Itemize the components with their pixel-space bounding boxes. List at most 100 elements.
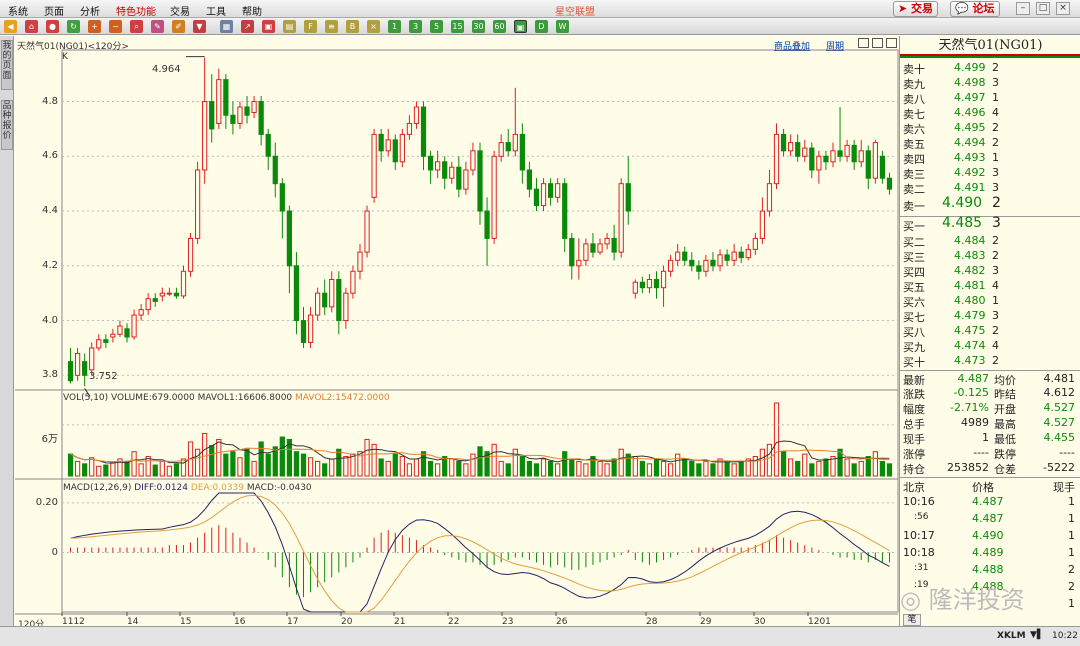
volume-bar <box>110 462 116 477</box>
candle <box>89 347 95 371</box>
candle <box>773 133 780 185</box>
candle <box>505 142 511 152</box>
volume-bar <box>470 453 476 477</box>
candle <box>886 177 893 190</box>
orderbook-row[interactable]: 卖七 4.496 4 <box>900 105 1080 121</box>
volume-bar <box>682 458 688 477</box>
stat-value: 4.481 <box>1043 372 1076 385</box>
trade-row: 10:16 4.487 1 <box>900 494 1080 511</box>
candle <box>223 79 229 116</box>
candle <box>82 361 88 376</box>
candle <box>724 254 730 261</box>
orderbook-row[interactable]: 卖四 4.493 1 <box>900 150 1080 166</box>
volume-bar <box>738 460 744 477</box>
orderbook-price: 4.495 <box>954 121 986 134</box>
candle <box>392 139 398 163</box>
volume-bar <box>237 457 243 477</box>
candle <box>173 292 180 297</box>
orderbook-price: 4.493 <box>954 151 986 164</box>
orderbook-row[interactable]: 买八 4.475 2 <box>900 323 1080 339</box>
volume-bar <box>780 451 787 477</box>
orderbook-price: 4.499 <box>954 61 986 74</box>
candle <box>597 243 603 253</box>
volume-bar <box>74 460 81 477</box>
volume-bar <box>795 460 801 477</box>
volume-bar <box>315 460 321 477</box>
stat-value: -5222 <box>1043 461 1075 474</box>
orderbook-qty: 2 <box>992 324 999 337</box>
volume-bar <box>82 463 88 477</box>
candle <box>710 259 716 267</box>
volume-bar <box>858 460 864 477</box>
volume-bar <box>872 451 878 477</box>
orderbook-row[interactable]: 卖三 4.492 3 <box>900 165 1080 181</box>
stat-value: 4.455 <box>1043 431 1076 444</box>
orderbook-row[interactable]: 卖一 4.490 2 <box>900 195 1080 213</box>
orderbook-row[interactable]: 卖十 4.499 2 <box>900 60 1080 76</box>
candle <box>519 133 525 171</box>
orderbook-row[interactable]: 买四 4.482 3 <box>900 263 1080 279</box>
candle <box>110 333 116 338</box>
stat-value: 4989 <box>961 416 989 429</box>
candle <box>540 183 547 207</box>
orderbook-price: 4.481 <box>954 279 986 292</box>
orderbook-row[interactable]: 买七 4.479 3 <box>900 308 1080 324</box>
orderbook-row[interactable]: 买二 4.484 2 <box>900 233 1080 249</box>
candle <box>180 270 187 297</box>
tab-ticks[interactable]: 笔 <box>903 614 921 626</box>
orderbook-row[interactable]: 卖二 4.491 3 <box>900 180 1080 196</box>
orderbook-row[interactable]: 买六 4.480 1 <box>900 293 1080 309</box>
candle <box>498 142 504 157</box>
candle <box>251 101 257 113</box>
orderbook-row[interactable]: 买五 4.481 4 <box>900 278 1080 294</box>
candle <box>166 292 172 295</box>
orderbook-row[interactable]: 买十 4.473 2 <box>900 353 1080 369</box>
volume-bar <box>710 463 716 477</box>
volume-bar <box>886 463 893 477</box>
volume-bar <box>364 439 370 477</box>
volume-bar <box>540 458 547 477</box>
volume-bar <box>512 448 518 477</box>
candle <box>667 259 674 272</box>
orderbook-level: 买十 <box>903 356 925 369</box>
orderbook-qty: 2 <box>992 234 999 247</box>
candle <box>456 166 462 190</box>
orderbook-row[interactable]: 买九 4.474 4 <box>900 338 1080 354</box>
volume-bar <box>766 443 773 477</box>
orderbook-row[interactable]: 买三 4.483 2 <box>900 248 1080 264</box>
orderbook-price: 4.498 <box>954 76 986 89</box>
orderbook-row[interactable]: 卖五 4.494 2 <box>900 135 1080 151</box>
candle <box>315 292 321 316</box>
candle <box>717 254 723 267</box>
volume-bar <box>632 456 638 477</box>
candle <box>293 265 300 322</box>
stat-value: ---- <box>973 446 989 459</box>
candle <box>547 183 554 198</box>
trade-qty: 1 <box>1068 529 1075 542</box>
candle <box>879 155 886 179</box>
wechat-icon: ◎ <box>900 586 929 614</box>
orderbook-row[interactable]: 卖六 4.495 2 <box>900 120 1080 136</box>
orderbook-row[interactable]: 卖八 4.497 1 <box>900 90 1080 106</box>
orderbook-row[interactable]: 卖九 4.498 3 <box>900 75 1080 91</box>
volume-bar <box>420 451 427 477</box>
candle <box>618 183 624 253</box>
candle <box>653 278 660 289</box>
orderbook-level: 卖一 <box>903 200 925 213</box>
candle <box>780 133 787 152</box>
trade-time: 10:16 <box>903 495 935 508</box>
candle <box>209 101 215 130</box>
candle <box>194 169 201 239</box>
watermark: ◎ 隆洋投资 <box>900 580 1025 615</box>
trades-header-price: 价格 <box>972 481 994 494</box>
volume-bar <box>463 463 469 477</box>
candle <box>406 122 413 135</box>
candle <box>385 139 391 152</box>
stat-value: ---- <box>1059 446 1075 459</box>
candle <box>202 101 208 171</box>
candle <box>858 150 864 163</box>
orderbook-qty: 2 <box>992 121 999 134</box>
candle <box>611 237 617 253</box>
orderbook-row[interactable]: 买一 4.485 3 <box>900 215 1080 233</box>
candle <box>420 106 427 157</box>
